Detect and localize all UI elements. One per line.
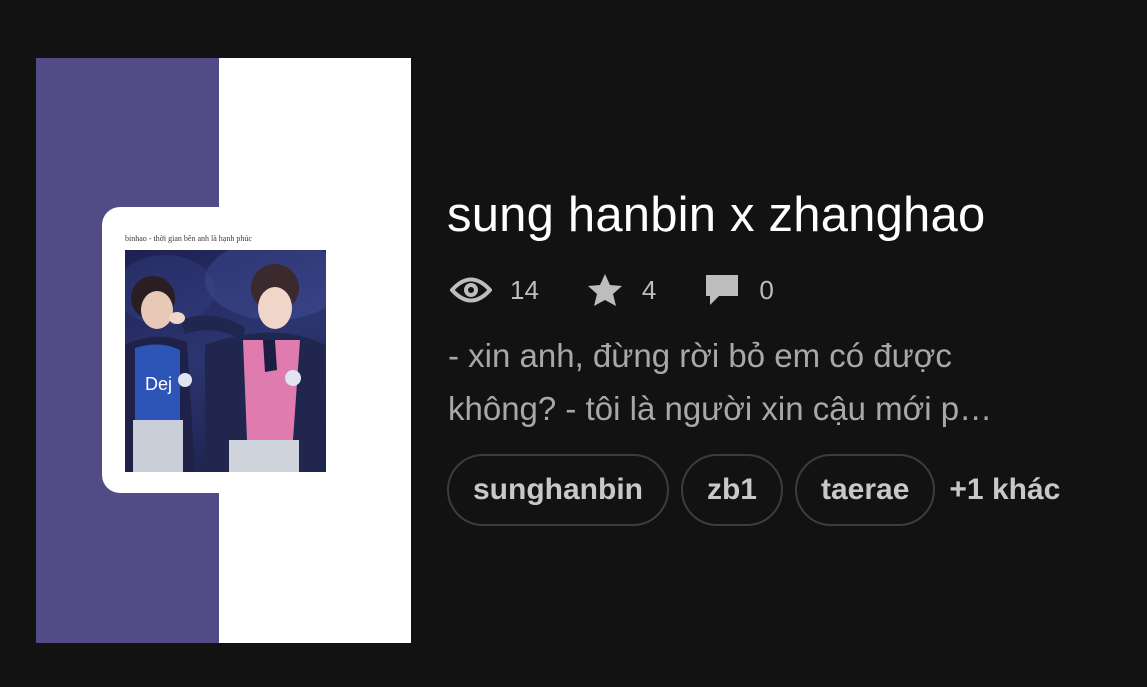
comment-bubble-icon <box>703 272 741 308</box>
more-tags-link[interactable]: +1 khác <box>949 473 1060 507</box>
story-card: binhao - thời gian bên anh là hạnh phúc … <box>0 0 1147 687</box>
votes-stat: 4 <box>586 272 656 308</box>
story-tags: sunghanbin zb1 taerae +1 khác <box>447 454 1060 526</box>
votes-count: 4 <box>641 275 657 305</box>
tag-zb1[interactable]: zb1 <box>680 454 783 526</box>
clipped-header-text <box>80 0 380 6</box>
svg-text:Dej: Dej <box>145 374 172 394</box>
tag-taerae[interactable]: taerae <box>795 454 936 526</box>
story-stats: 14 4 0 <box>450 270 821 310</box>
views-count: 14 <box>510 275 539 305</box>
cover-photo: Dej <box>125 250 326 472</box>
eye-icon <box>450 275 492 305</box>
cover-caption: binhao - thời gian bên anh là hạnh phúc <box>125 234 252 243</box>
story-description: - xin anh, đừng rời bỏ em có được không?… <box>448 329 1098 435</box>
star-icon <box>586 272 624 308</box>
comments-count: 0 <box>759 275 774 305</box>
story-title[interactable]: sung hanbin x zhanghao <box>447 184 985 246</box>
description-line-1: - xin anh, đừng rời bỏ em có được <box>448 337 952 374</box>
comments-stat: 0 <box>703 272 774 308</box>
tag-sunghanbin[interactable]: sunghanbin <box>447 454 669 526</box>
description-line-2: không? - tôi là người xin cậu mới p… <box>448 390 993 427</box>
story-cover[interactable]: binhao - thời gian bên anh là hạnh phúc … <box>36 58 411 643</box>
views-stat: 14 <box>450 275 539 305</box>
